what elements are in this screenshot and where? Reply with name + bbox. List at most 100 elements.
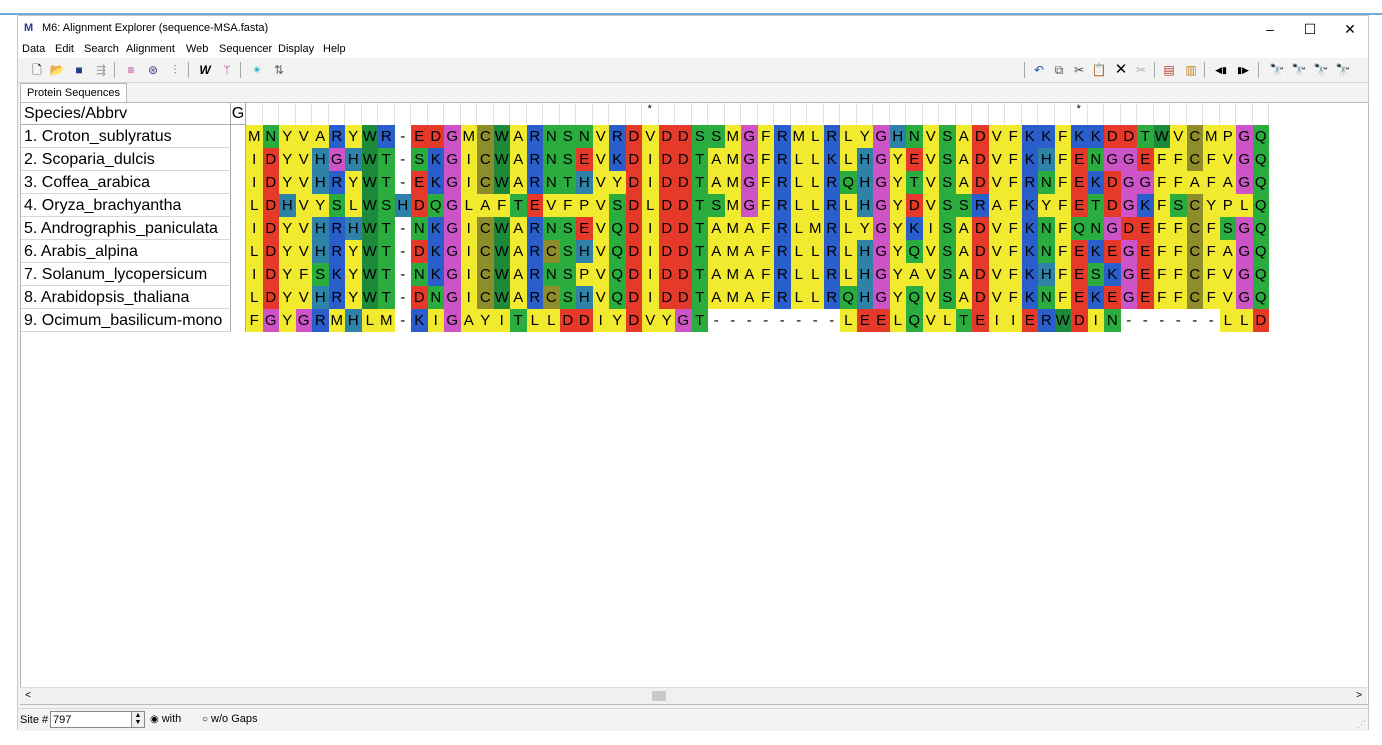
residue-cell[interactable]: D	[1120, 217, 1137, 240]
residue-cell[interactable]: E	[1137, 263, 1154, 286]
residue-cell[interactable]: Y	[609, 309, 626, 332]
residue-cell[interactable]: L	[840, 194, 857, 217]
residue-cell[interactable]: R	[526, 217, 543, 240]
residue-cell[interactable]: P	[576, 263, 593, 286]
residue-cell[interactable]: T	[906, 171, 923, 194]
residue-cell[interactable]: T	[378, 286, 395, 309]
residue-cell[interactable]: F	[1005, 286, 1022, 309]
residue-cell[interactable]: V	[295, 217, 312, 240]
residue-cell[interactable]: D	[972, 171, 989, 194]
residue-cell[interactable]: S	[691, 125, 708, 148]
residue-cell[interactable]: A	[955, 148, 972, 171]
residue-cell[interactable]: R	[823, 240, 840, 263]
residue-cell[interactable]: N	[543, 171, 560, 194]
residue-cell[interactable]: E	[1071, 286, 1088, 309]
menu-sequencer[interactable]: Sequencer	[219, 43, 272, 55]
residue-cell[interactable]: D	[262, 194, 279, 217]
residue-cell[interactable]: F	[1005, 125, 1022, 148]
residue-cell[interactable]: H	[856, 148, 873, 171]
residue-cell[interactable]: V	[988, 171, 1005, 194]
residue-cell[interactable]: H	[312, 217, 329, 240]
move-right-icon[interactable]: ▮▶	[1234, 61, 1252, 79]
residue-cell[interactable]: -	[1203, 309, 1220, 332]
residue-cell[interactable]: D	[625, 286, 642, 309]
residue-cell[interactable]: N	[1087, 217, 1104, 240]
residue-cell[interactable]: R	[378, 125, 395, 148]
close-button[interactable]: ✕	[1330, 18, 1370, 40]
residue-cell[interactable]: D	[625, 240, 642, 263]
residue-cell[interactable]: S	[378, 194, 395, 217]
residue-cell[interactable]: D	[972, 240, 989, 263]
residue-cell[interactable]: H	[1038, 263, 1055, 286]
residue-cell[interactable]: E	[1137, 240, 1154, 263]
residue-cell[interactable]: R	[526, 125, 543, 148]
copy-icon[interactable]: ⧉	[1050, 61, 1068, 79]
residue-cell[interactable]: H	[345, 148, 362, 171]
residue-cell[interactable]: V	[1219, 148, 1236, 171]
residue-cell[interactable]: A	[708, 217, 725, 240]
residue-cell[interactable]: M	[328, 309, 345, 332]
residue-cell[interactable]: -	[741, 309, 758, 332]
residue-cell[interactable]: S	[708, 125, 725, 148]
residue-cell[interactable]: G	[444, 286, 461, 309]
residue-cell[interactable]: W	[493, 171, 510, 194]
residue-cell[interactable]: K	[1021, 125, 1038, 148]
residue-cell[interactable]: S	[559, 263, 576, 286]
residue-cell[interactable]: H	[576, 240, 593, 263]
residue-cell[interactable]: N	[262, 125, 279, 148]
residue-cell[interactable]: D	[675, 286, 692, 309]
residue-cell[interactable]: D	[411, 286, 428, 309]
residue-cell[interactable]: M	[807, 217, 824, 240]
residue-cell[interactable]: C	[477, 240, 494, 263]
residue-cell[interactable]: P	[1219, 125, 1236, 148]
residue-cell[interactable]: Y	[609, 171, 626, 194]
residue-cell[interactable]: -	[394, 263, 411, 286]
residue-cell[interactable]: Y	[658, 309, 675, 332]
residue-cell[interactable]: A	[510, 240, 527, 263]
residue-cell[interactable]: -	[807, 309, 824, 332]
residue-cell[interactable]: A	[708, 171, 725, 194]
residue-cell[interactable]: Q	[1252, 125, 1269, 148]
residue-cell[interactable]: A	[460, 309, 477, 332]
species-name[interactable]: 5. Andrographis_paniculata	[21, 217, 231, 240]
residue-cell[interactable]: N	[543, 217, 560, 240]
residue-cell[interactable]: M	[724, 263, 741, 286]
residue-cell[interactable]: V	[922, 286, 939, 309]
horizontal-scrollbar[interactable]: < >	[20, 687, 1367, 704]
tab-protein-sequences[interactable]: Protein Sequences	[20, 83, 127, 102]
residue-cell[interactable]: F	[1005, 217, 1022, 240]
residue-cell[interactable]: L	[807, 148, 824, 171]
open-folder-icon[interactable]: 📂	[48, 61, 66, 79]
residue-cell[interactable]: K	[906, 217, 923, 240]
residue-cell[interactable]: F	[1005, 171, 1022, 194]
residue-cell[interactable]: -	[394, 148, 411, 171]
residue-cell[interactable]: S	[559, 217, 576, 240]
residue-cell[interactable]: N	[543, 263, 560, 286]
residue-cell[interactable]: V	[295, 125, 312, 148]
residue-cell[interactable]: -	[394, 125, 411, 148]
residue-cell[interactable]: H	[312, 171, 329, 194]
residue-cell[interactable]: G	[1120, 263, 1137, 286]
residue-cell[interactable]: Y	[312, 194, 329, 217]
residue-cell[interactable]: A	[988, 194, 1005, 217]
residue-cell[interactable]: G	[1236, 217, 1253, 240]
residue-cell[interactable]: A	[955, 286, 972, 309]
residue-cell[interactable]: T	[1137, 125, 1154, 148]
paste-icon[interactable]: 📋	[1090, 61, 1108, 79]
residue-cell[interactable]: F	[757, 286, 774, 309]
residue-cell[interactable]: K	[1104, 263, 1121, 286]
residue-cell[interactable]: N	[427, 286, 444, 309]
residue-cell[interactable]: L	[1236, 309, 1253, 332]
residue-cell[interactable]: A	[955, 125, 972, 148]
residue-cell[interactable]: F	[757, 217, 774, 240]
residue-cell[interactable]: I	[592, 309, 609, 332]
residue-cell[interactable]: T	[691, 286, 708, 309]
residue-cell[interactable]: S	[559, 125, 576, 148]
residue-cell[interactable]: G	[1236, 263, 1253, 286]
residue-cell[interactable]: Y	[345, 240, 362, 263]
residue-cell[interactable]: M	[246, 125, 263, 148]
residue-cell[interactable]: G	[1120, 171, 1137, 194]
site-spinner[interactable]: ▲ ▼	[131, 711, 145, 728]
menu-search[interactable]: Search	[84, 43, 119, 55]
residue-cell[interactable]: V	[642, 125, 659, 148]
